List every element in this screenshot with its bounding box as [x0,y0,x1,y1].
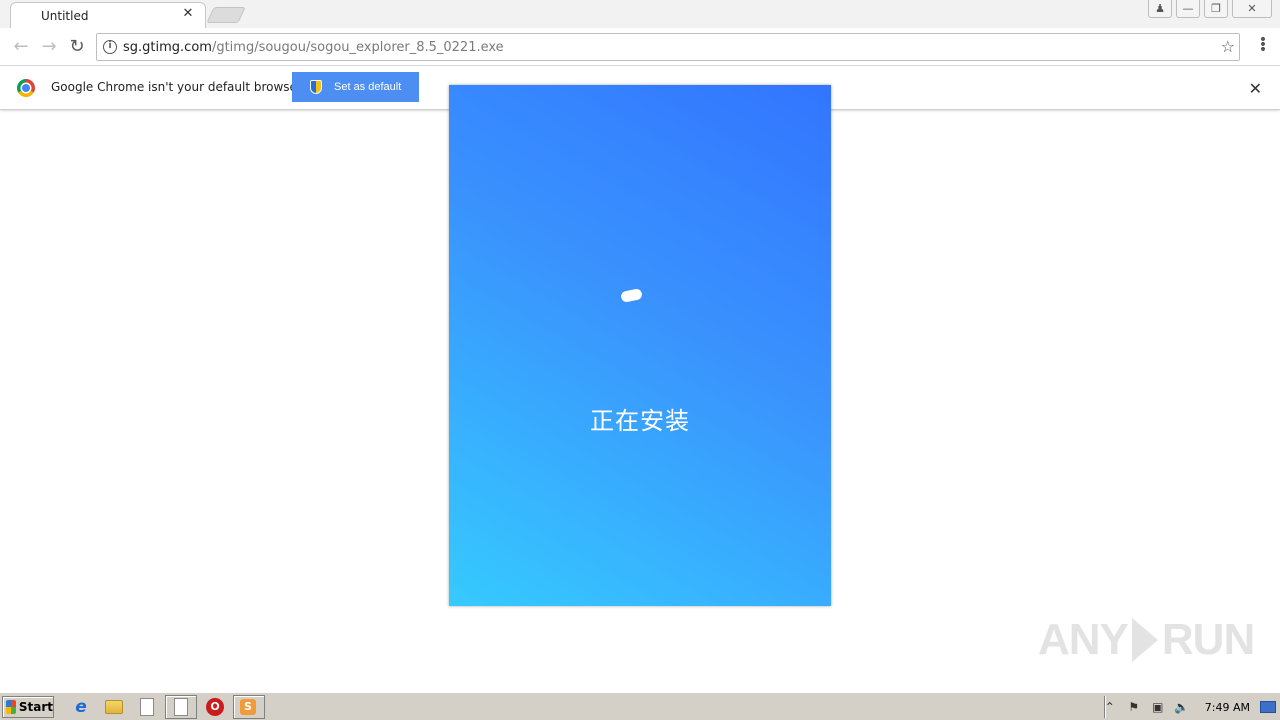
windows-logo-icon [6,700,16,714]
url-text[interactable]: sg.gtimg.com/gtimg/sougou/sogou_explorer… [123,40,504,55]
window-close-icon[interactable]: ✕ [1232,0,1272,18]
taskbar-clock[interactable]: 7:49 AM [1205,701,1250,714]
url-path: /gtimg/sougou/sogou_explorer_8.5_0221.ex… [211,40,504,55]
minimize-icon[interactable]: — [1176,0,1200,18]
volume-icon[interactable]: 🔈 [1173,699,1191,715]
start-label: Start [18,700,53,714]
set-as-default-button[interactable]: Set as default [292,72,419,102]
watermark-play-icon [1131,618,1158,662]
tab-close-icon[interactable]: ✕ [181,7,195,21]
chrome-menu-icon[interactable]: • • • [1258,33,1268,57]
start-button[interactable]: Start [2,696,54,718]
document-icon[interactable] [140,698,154,716]
show-desktop-icon[interactable] [1260,701,1276,713]
window-controls: ♟ — ❐ ✕ [1148,0,1272,18]
windows-taskbar: Start e O S ⌃ ⚑ ▣ 🔈 7:49 AM [0,692,1280,720]
watermark-left: ANY [1038,615,1129,664]
network-icon[interactable]: ▣ [1149,699,1167,715]
tab-title: Untitled [41,9,89,23]
reload-icon[interactable]: ↻ [66,36,88,58]
new-tab-button[interactable] [206,7,246,23]
maximize-icon[interactable]: ❐ [1204,0,1228,18]
opera-icon[interactable]: O [206,698,224,716]
address-bar[interactable]: i sg.gtimg.com/gtimg/sougou/sogou_explor… [96,33,1240,61]
loading-spinner-icon [620,287,643,304]
url-host: sg.gtimg.com [123,40,212,55]
install-status-text: 正在安装 [590,407,690,435]
browser-toolbar: ← → ↻ i sg.gtimg.com/gtimg/sougou/sogou_… [0,28,1280,66]
bookmark-star-icon[interactable]: ☆ [1221,37,1235,56]
set-as-default-label: Set as default [334,81,402,93]
watermark-right: RUN [1161,615,1255,664]
browser-tab[interactable]: Untitled ✕ [10,2,206,28]
chrome-logo-icon [17,79,35,97]
installer-window: 正在安装 [449,85,831,606]
infobar-message: Google Chrome isn't your default browser [51,80,302,94]
infobar-close-icon[interactable]: ✕ [1249,79,1262,98]
back-arrow-icon[interactable]: ← [10,36,32,58]
sogou-installer-icon: S [240,699,256,715]
action-center-flag-icon[interactable]: ⚑ [1125,699,1143,715]
uac-shield-icon [310,80,322,94]
system-tray: ⌃ ⚑ ▣ 🔈 7:49 AM [1095,695,1280,719]
anyrun-watermark: ANY RUN [1038,612,1255,668]
info-icon[interactable]: i [103,40,117,54]
folder-icon[interactable] [105,700,123,714]
internet-explorer-icon[interactable]: e [72,698,90,716]
browser-titlebar: Untitled ✕ ♟ — ❐ ✕ [0,0,1280,28]
user-icon[interactable]: ♟ [1148,0,1172,18]
forward-arrow-icon[interactable]: → [38,36,60,58]
document-window-icon [174,698,188,716]
tray-expand-icon[interactable]: ⌃ [1101,699,1119,715]
